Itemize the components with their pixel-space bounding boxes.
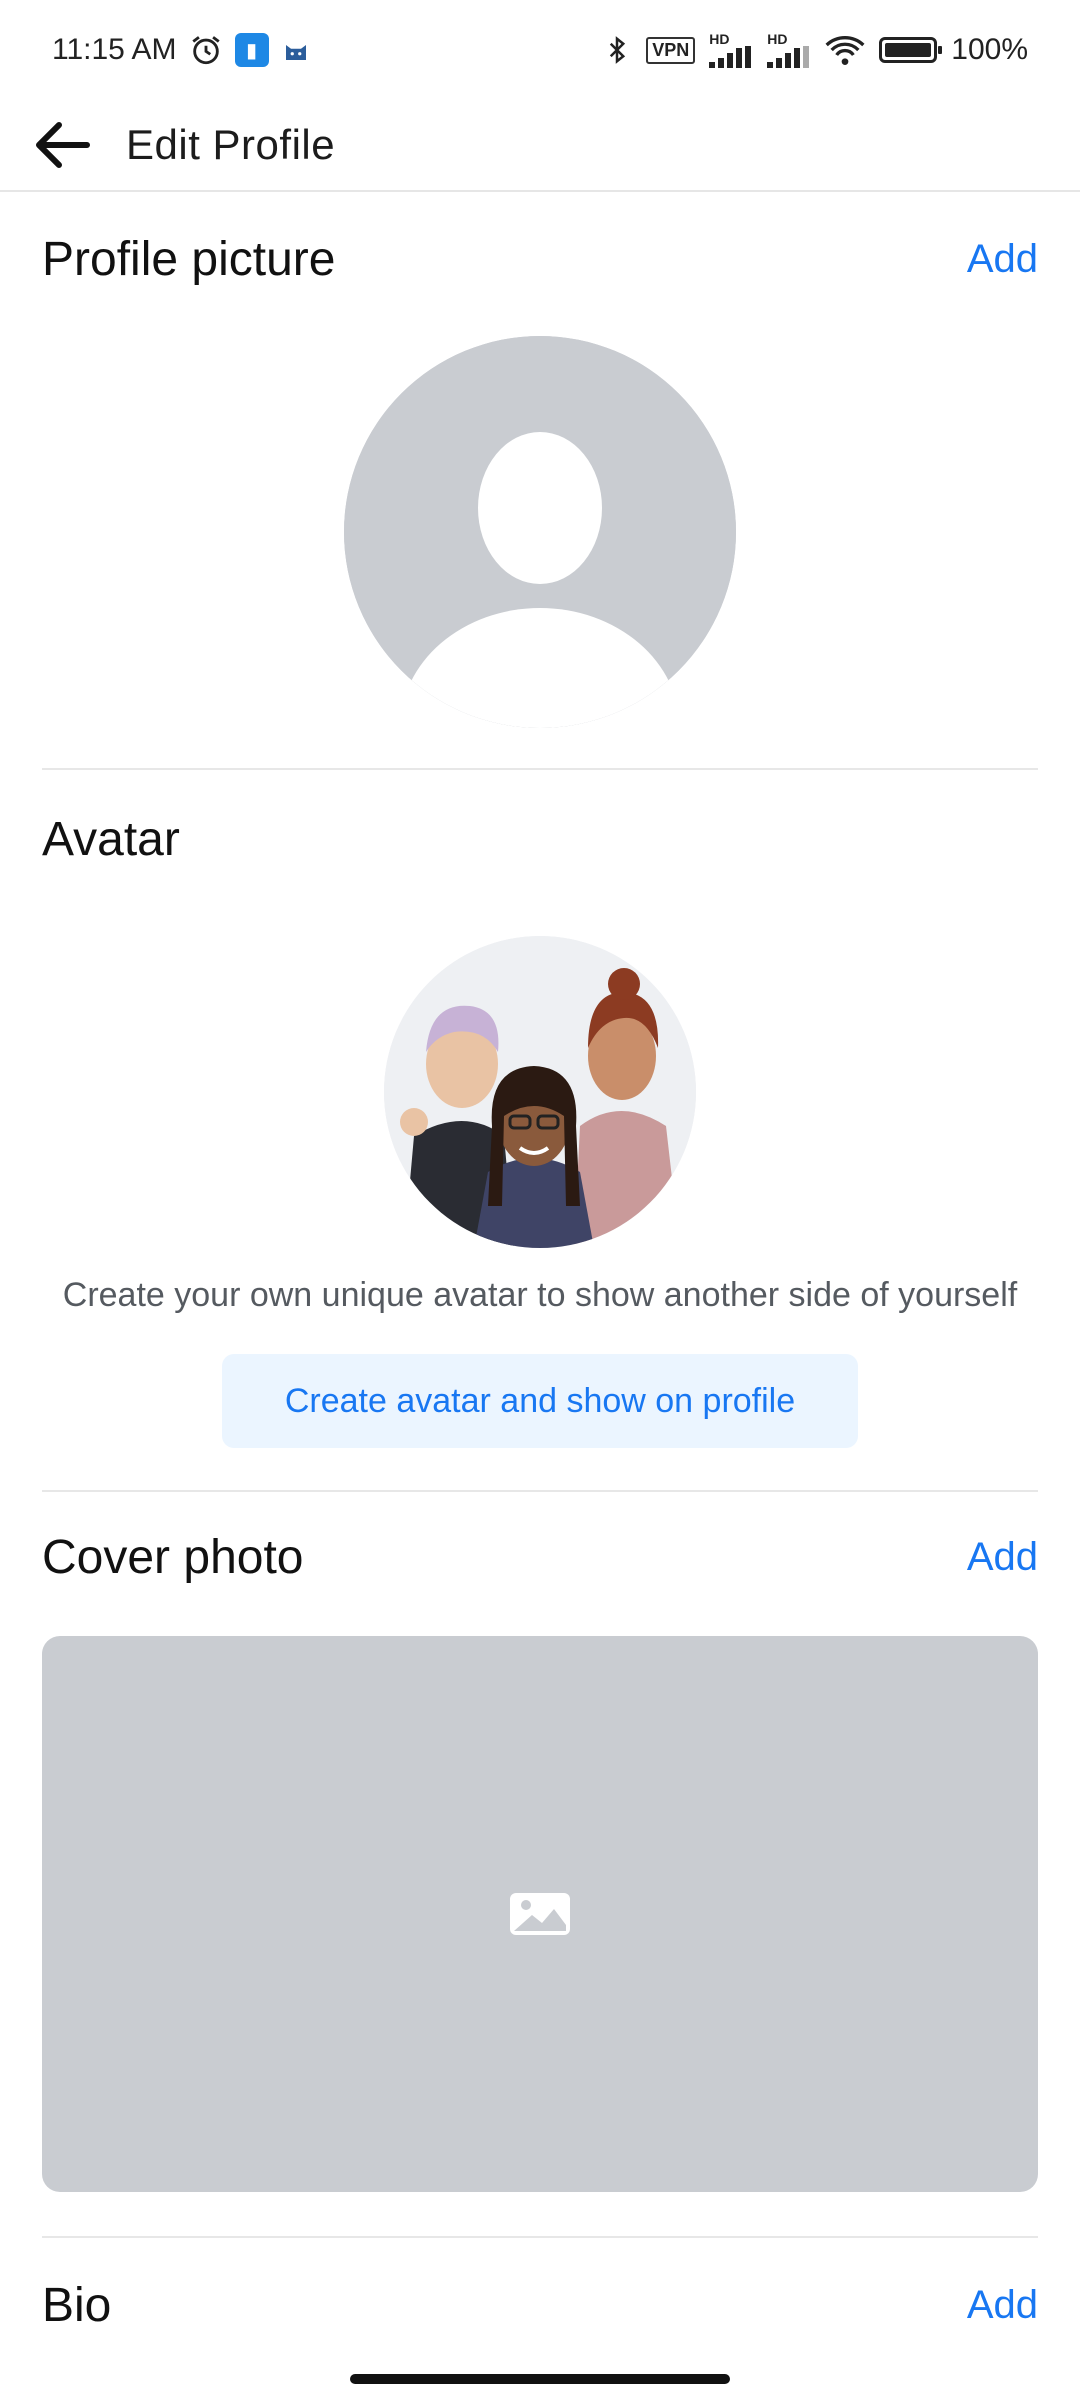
- divider: [42, 1490, 1038, 1492]
- cover-photo[interactable]: [42, 1636, 1038, 2192]
- cat-icon: [281, 35, 311, 65]
- arrow-left-icon: [36, 122, 90, 168]
- profile-picture-add-button[interactable]: Add: [967, 237, 1038, 282]
- profile-picture-title: Profile picture: [42, 233, 336, 286]
- page-title: Edit Profile: [126, 121, 336, 168]
- battery-fill: [885, 43, 932, 57]
- home-indicator[interactable]: [350, 2374, 730, 2384]
- avatar-header: Avatar: [42, 812, 1038, 867]
- avatar-image[interactable]: [384, 936, 696, 1248]
- avatar-caption: Create your own unique avatar to show an…: [62, 1276, 1018, 1314]
- divider: [42, 768, 1038, 770]
- cover-photo-header: Cover photo Add: [42, 1530, 1038, 1585]
- bio-title: Bio: [42, 2279, 112, 2332]
- image-icon: [510, 1893, 570, 1935]
- status-bar-left: 11:15 AM ▮: [52, 33, 311, 67]
- back-button[interactable]: [14, 99, 110, 191]
- cover-photo-title: Cover photo: [42, 1531, 304, 1584]
- divider: [42, 2236, 1038, 2238]
- avatar-group-illustration: [384, 936, 696, 1248]
- battery-icon: [879, 37, 943, 63]
- hd-label-2: HD: [767, 31, 788, 47]
- bio-add-button[interactable]: Add: [967, 2283, 1038, 2328]
- status-time: 11:15 AM: [52, 33, 177, 66]
- vpn-icon: VPN: [646, 36, 696, 64]
- profile-picture[interactable]: [344, 336, 736, 728]
- avatar-title: Avatar: [42, 813, 180, 866]
- wifi-icon: [825, 33, 865, 67]
- bluetooth-icon: [602, 33, 632, 67]
- alarm-icon: [189, 33, 223, 67]
- create-avatar-button[interactable]: Create avatar and show on profile: [222, 1354, 858, 1448]
- default-avatar-icon: [344, 336, 736, 728]
- battery-text: 100%: [951, 33, 1028, 66]
- signal-icon-2: HD: [767, 32, 811, 68]
- cover-photo-add-button[interactable]: Add: [967, 1535, 1038, 1580]
- signal-icon: HD: [709, 32, 753, 68]
- app-header: Edit Profile: [0, 100, 1080, 192]
- profile-picture-header: Profile picture Add: [42, 232, 1038, 287]
- status-bar: 11:15 AM ▮ VPN HD HD 100%: [0, 0, 1080, 100]
- app-notification-icon: ▮: [234, 33, 269, 67]
- bio-header: Bio Add: [42, 2278, 1038, 2333]
- hd-label: HD: [709, 31, 730, 47]
- status-bar-right: VPN HD HD 100%: [602, 32, 1028, 68]
